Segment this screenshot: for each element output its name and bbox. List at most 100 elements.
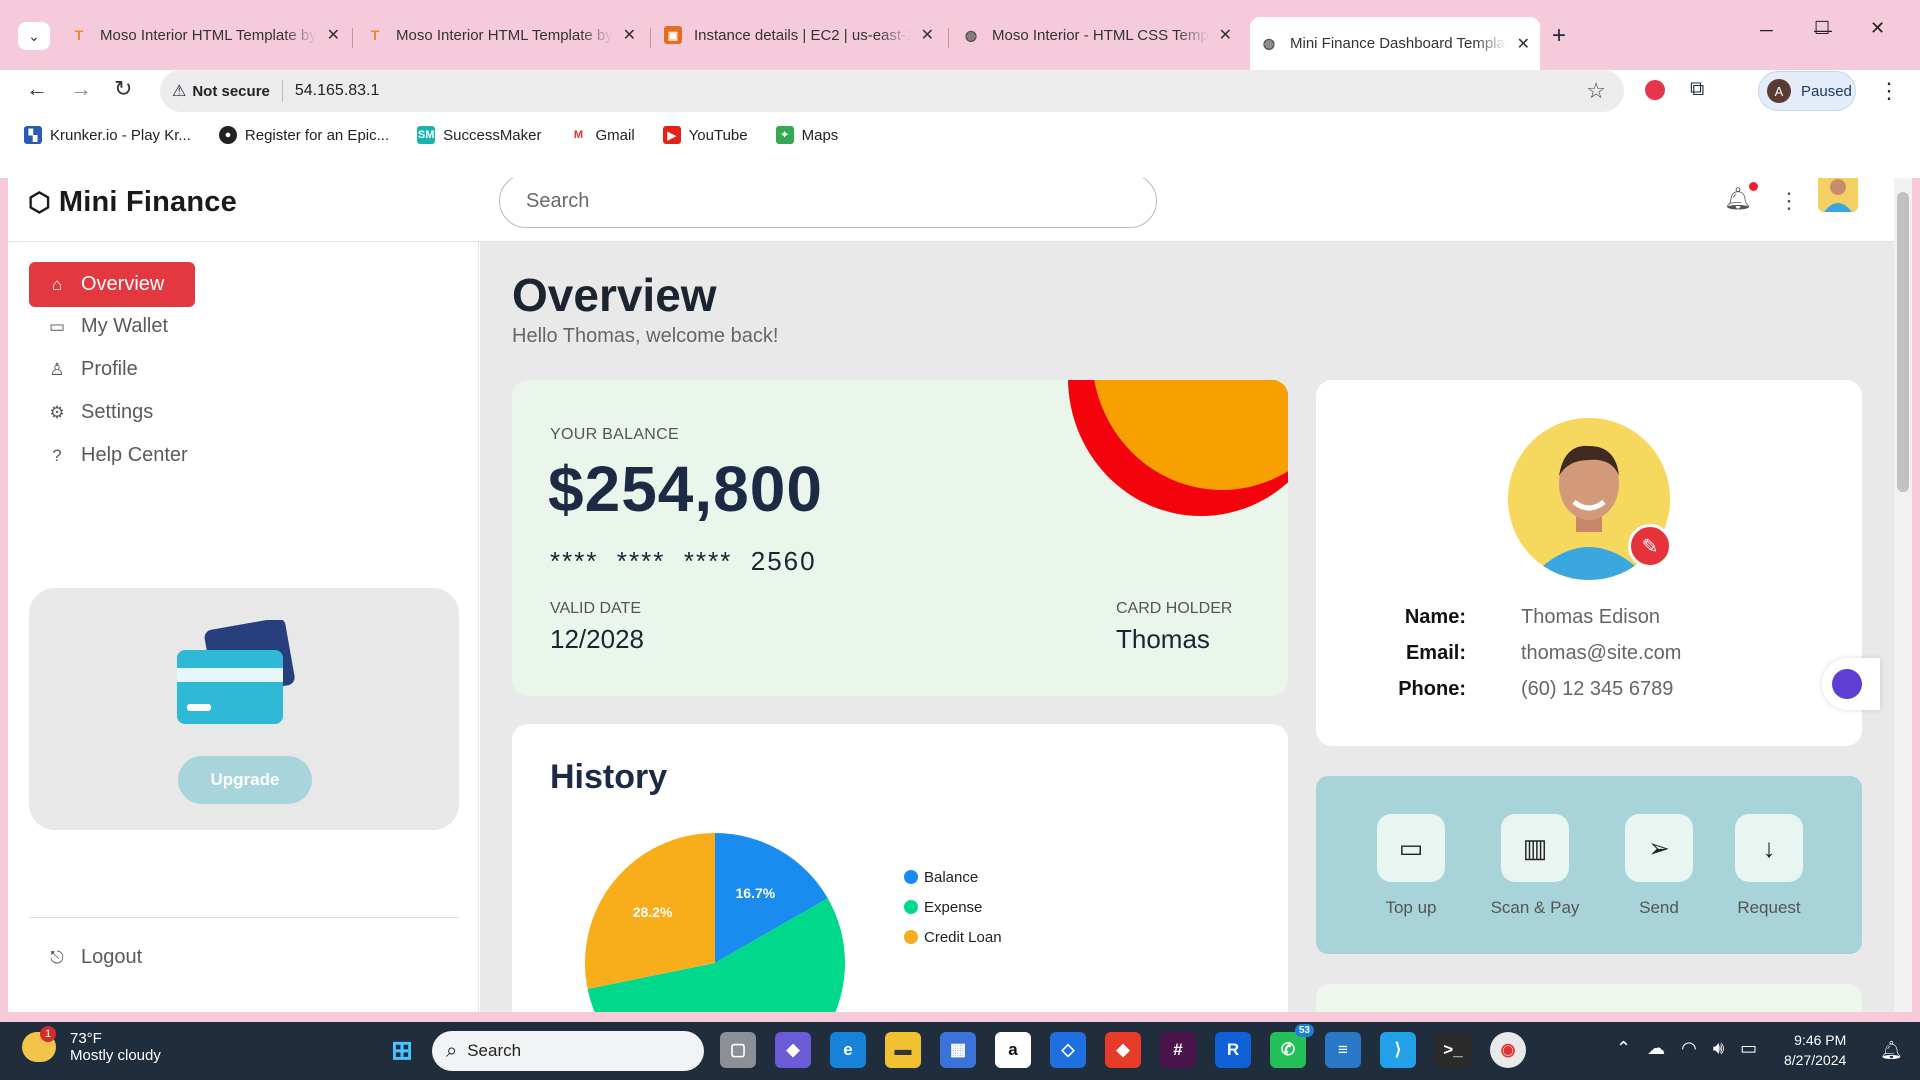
- web-page: ⬡ Mini Finance Search 🔔︎ ⋮ ⌂ Overview ▭ My…: [8, 178, 1894, 1012]
- forward-icon[interactable]: →: [70, 76, 92, 102]
- extensions-puzzle-icon[interactable]: ⧉: [1690, 78, 1704, 101]
- close-tab-icon[interactable]: ✕: [1219, 25, 1232, 45]
- page-scrollbar[interactable]: [1894, 178, 1912, 1012]
- legend-item[interactable]: Credit Loan: [904, 922, 1002, 952]
- bookmark-youtube[interactable]: ▶ YouTube: [662, 125, 748, 145]
- wallet-icon: ▭: [48, 316, 66, 336]
- battery-icon[interactable]: ▭: [1740, 1038, 1757, 1059]
- upgrade-button[interactable]: Upgrade: [178, 756, 312, 804]
- dropbox-icon[interactable]: ◇: [1050, 1032, 1086, 1068]
- store-icon[interactable]: ▦: [940, 1032, 976, 1068]
- bookmark-gmail[interactable]: M Gmail: [569, 125, 635, 145]
- valid-date: 12/2028: [550, 624, 644, 654]
- weather-description: Mostly cloudy: [70, 1047, 161, 1064]
- bookmark-epic[interactable]: ● Register for an Epic...: [218, 125, 390, 145]
- bookmark-maps[interactable]: ⌖ Maps: [775, 125, 838, 145]
- more-options-icon[interactable]: ⋮: [1778, 188, 1800, 214]
- action-label: Scan & Pay: [1490, 898, 1580, 917]
- legend-label: Balance: [924, 868, 979, 886]
- close-tab-icon[interactable]: ✕: [623, 25, 636, 45]
- sidebar-item-profile[interactable]: ♙ Profile: [29, 347, 249, 392]
- r-app-icon[interactable]: R: [1215, 1032, 1251, 1068]
- top-up-action[interactable]: ▭ Top up: [1356, 814, 1466, 918]
- assistant-widget[interactable]: [1822, 658, 1880, 710]
- browser-tab-active[interactable]: ◍ Mini Finance Dashboard Template ✕: [1250, 17, 1540, 70]
- close-tab-icon[interactable]: ✕: [327, 25, 340, 45]
- bookmark-star-icon[interactable]: ☆: [1586, 78, 1606, 104]
- chrome-icon[interactable]: ◉: [1490, 1032, 1526, 1068]
- edit-profile-icon[interactable]: ✎: [1628, 524, 1672, 568]
- tab-title: Moso Interior HTML Template by: [396, 26, 613, 44]
- assistant-icon: [1832, 669, 1862, 699]
- clock[interactable]: 9:46 PM 8/27/2024: [1784, 1030, 1846, 1070]
- send-action[interactable]: ➢ Send: [1604, 814, 1714, 918]
- history-title: History: [550, 758, 668, 796]
- sidebar-item-label: Help Center: [81, 444, 188, 466]
- maximize-icon[interactable]: ☐: [1814, 18, 1830, 39]
- weather-widget[interactable]: 1 73°F Mostly cloudy: [22, 1026, 161, 1064]
- temperature: 73°F: [70, 1030, 102, 1047]
- bookmark-krunker[interactable]: ▚ Krunker.io - Play Kr...: [24, 125, 191, 145]
- slack-icon[interactable]: #: [1160, 1032, 1196, 1068]
- header-avatar[interactable]: [1818, 178, 1858, 212]
- notifications-icon[interactable]: 🔔︎: [1880, 1040, 1903, 1061]
- gear-icon: ⚙: [49, 402, 65, 422]
- legend-item[interactable]: Expense: [904, 892, 1002, 922]
- url-text[interactable]: 54.165.83.1: [295, 82, 380, 100]
- quick-actions-card: ▭ Top up ▥ Scan & Pay ➢ Send ↓ Request: [1316, 776, 1862, 954]
- file-explorer-icon[interactable]: ▬: [885, 1032, 921, 1068]
- terminal-icon[interactable]: >_: [1435, 1032, 1471, 1068]
- notepad-icon[interactable]: ≡: [1325, 1032, 1361, 1068]
- notification-bell-icon[interactable]: 🔔︎: [1724, 182, 1758, 212]
- close-tab-icon[interactable]: ✕: [1517, 34, 1530, 54]
- browser-tab[interactable]: T Moso Interior HTML Template by ✕: [356, 17, 646, 53]
- request-action[interactable]: ↓ Request: [1714, 814, 1824, 918]
- bookmark-successmaker[interactable]: SM SuccessMaker: [417, 125, 542, 145]
- new-tab-icon[interactable]: +: [1552, 22, 1566, 50]
- tab-search-dropdown[interactable]: ⌄: [18, 22, 50, 50]
- bookmark-label: Register for an Epic...: [244, 126, 390, 144]
- profile-card: ✎ Name: Thomas Edison Email: thomas@site…: [1316, 380, 1862, 746]
- reload-icon[interactable]: ↻: [114, 76, 132, 102]
- address-bar[interactable]: ⚠ Not secure 54.165.83.1 ☆: [160, 70, 1624, 112]
- profile-phone: (60) 12 345 6789: [1521, 678, 1674, 700]
- legend-item[interactable]: Balance: [904, 862, 1002, 892]
- bookmark-label: Gmail: [595, 126, 635, 144]
- sidebar-item-settings[interactable]: ⚙ Settings: [29, 390, 249, 435]
- back-icon[interactable]: ←: [26, 76, 48, 102]
- search-input[interactable]: Search: [499, 178, 1157, 228]
- browser-tab[interactable]: T Moso Interior HTML Template by ✕: [60, 17, 350, 53]
- card-number: **** **** **** 2560: [550, 546, 817, 577]
- edge-icon[interactable]: e: [830, 1032, 866, 1068]
- browser-tab[interactable]: ◍ Moso Interior - HTML CSS Temp ✕: [952, 17, 1242, 53]
- chevron-up-icon[interactable]: ⌃: [1616, 1038, 1631, 1059]
- scan-pay-action[interactable]: ▥ Scan & Pay: [1480, 814, 1590, 918]
- browser-tab[interactable]: ▣ Instance details | EC2 | us-east-1 ✕: [654, 17, 944, 53]
- close-window-icon[interactable]: ✕: [1870, 18, 1885, 39]
- minimize-window-icon[interactable]: ─: [1760, 20, 1773, 41]
- search-placeholder: Search: [526, 189, 590, 212]
- profile-button[interactable]: A Paused: [1758, 71, 1856, 111]
- sidebar-item-wallet[interactable]: ▭ My Wallet: [29, 304, 249, 349]
- sidebar-item-overview[interactable]: ⌂ Overview: [29, 262, 195, 307]
- copilot-icon[interactable]: ◆: [775, 1032, 811, 1068]
- wifi-icon[interactable]: ◠: [1681, 1038, 1697, 1059]
- vscode-icon[interactable]: ⟩: [1380, 1032, 1416, 1068]
- browser-menu-icon[interactable]: ⋮: [1878, 78, 1900, 104]
- extension-icon[interactable]: [1645, 80, 1665, 100]
- close-tab-icon[interactable]: ✕: [921, 25, 934, 45]
- brand-logo[interactable]: ⬡ Mini Finance: [28, 186, 237, 219]
- onedrive-cloud-icon[interactable]: ☁: [1647, 1038, 1665, 1059]
- taskbar-search[interactable]: ⌕ Search: [432, 1031, 704, 1071]
- search-icon: ⌕: [446, 1039, 458, 1062]
- app-red-icon[interactable]: ◆: [1105, 1032, 1141, 1068]
- whatsapp-icon[interactable]: ✆ 53: [1270, 1024, 1314, 1068]
- sidebar-item-help[interactable]: ? Help Center: [29, 433, 249, 478]
- windows-start-icon[interactable]: ⊞: [384, 1032, 420, 1068]
- task-view-icon[interactable]: ▢: [720, 1032, 756, 1068]
- amazon-icon[interactable]: a: [995, 1032, 1031, 1068]
- volume-icon[interactable]: 🔊︎: [1713, 1038, 1724, 1059]
- not-secure-label[interactable]: Not secure: [192, 83, 270, 100]
- scrollbar-thumb[interactable]: [1897, 192, 1909, 492]
- logout-button[interactable]: ⎋ Logout: [29, 935, 249, 980]
